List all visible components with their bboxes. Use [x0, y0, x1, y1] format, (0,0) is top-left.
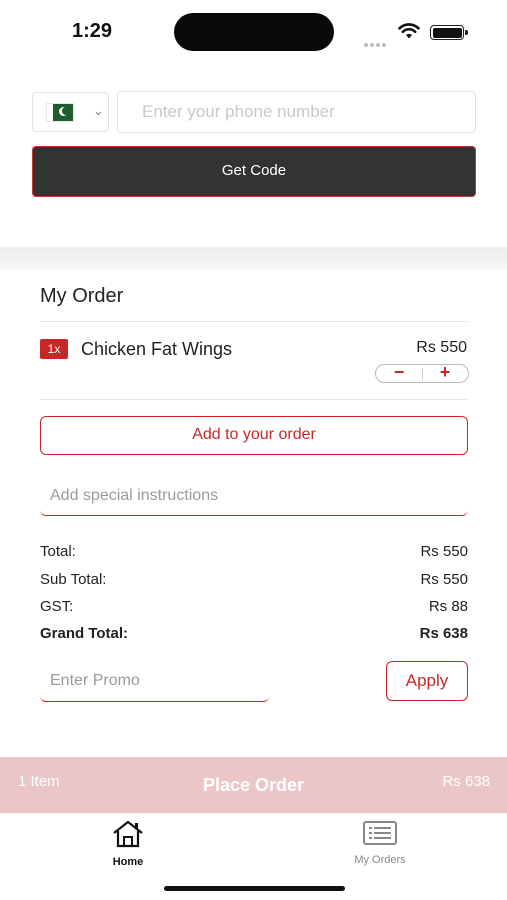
add-to-order-button[interactable]: Add to your order — [40, 416, 468, 455]
grand-total-label: Grand Total: — [40, 625, 129, 642]
increase-quantity-button[interactable]: + — [422, 362, 468, 383]
special-instructions-input[interactable] — [40, 476, 468, 516]
total-value: Rs 550 — [420, 543, 468, 560]
tab-my-orders-label: My Orders — [354, 854, 406, 866]
promo-code-input[interactable] — [40, 661, 269, 702]
total-label: Total: — [40, 543, 76, 560]
divider — [40, 321, 468, 322]
status-bar: 1:29 — [0, 0, 507, 64]
orders-icon — [363, 821, 397, 845]
apply-promo-button[interactable]: Apply — [386, 661, 468, 701]
status-time: 1:29 — [72, 20, 113, 42]
cellular-signal-icon — [364, 34, 390, 47]
battery-icon — [430, 25, 468, 40]
gst-label: GST: — [40, 598, 74, 615]
chevron-down-icon: ⌄ — [93, 103, 104, 118]
divider — [40, 399, 468, 400]
tab-home[interactable]: Home — [68, 819, 188, 868]
place-order-label: Place Order — [202, 775, 305, 795]
subtotal-row: Sub Total: Rs 550 — [40, 571, 468, 591]
place-order-button[interactable]: 1 Item Place Order Rs 638 — [0, 757, 507, 813]
get-code-button[interactable]: Get Code — [32, 146, 476, 197]
phone-number-input[interactable] — [117, 91, 476, 133]
wifi-icon — [398, 22, 420, 45]
item-name: Chicken Fat Wings — [81, 339, 233, 359]
home-indicator — [164, 886, 345, 891]
tab-my-orders[interactable]: My Orders — [320, 819, 440, 866]
section-divider — [0, 247, 507, 269]
subtotal-label: Sub Total: — [40, 571, 107, 588]
grand-total-value: Rs 638 — [419, 625, 468, 642]
home-icon — [113, 820, 143, 848]
item-quantity-badge: 1x — [40, 339, 68, 359]
gst-value: Rs 88 — [428, 598, 468, 615]
tab-home-label: Home — [112, 856, 144, 868]
order-card: My Order 1x Chicken Fat Wings Rs 550 − +… — [0, 269, 507, 759]
total-row: Total: Rs 550 — [40, 543, 468, 563]
gst-row: GST: Rs 88 — [40, 598, 468, 618]
item-price: Rs 550 — [416, 339, 467, 356]
subtotal-value: Rs 550 — [420, 571, 468, 588]
order-title: My Order — [40, 285, 124, 307]
login-section: ⌄ Get Code — [0, 64, 507, 247]
grand-total-row: Grand Total: Rs 638 — [40, 625, 468, 645]
country-picker[interactable]: ⌄ — [32, 92, 109, 132]
quantity-stepper: − + — [375, 362, 469, 383]
order-total: Rs 638 — [442, 773, 490, 790]
decrease-quantity-button[interactable]: − — [376, 362, 422, 383]
dynamic-island — [174, 13, 334, 51]
pakistan-flag-icon — [47, 104, 73, 121]
